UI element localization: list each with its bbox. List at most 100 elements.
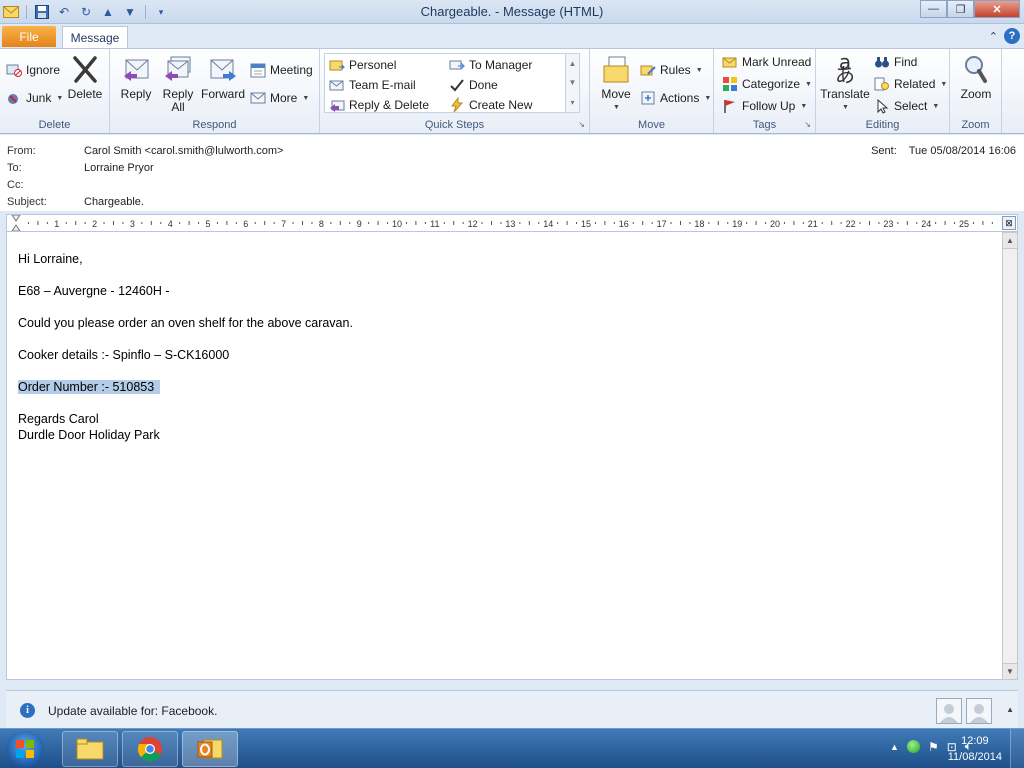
expand-gallery-icon[interactable]: ▾ — [570, 98, 574, 107]
find-button[interactable]: Find — [874, 53, 917, 71]
categorize-icon — [722, 76, 738, 92]
clock-date: 11/08/2014 — [947, 751, 1002, 763]
collapse-ribbon-icon[interactable]: ⌃ — [989, 30, 998, 43]
rules-label: Rules — [660, 63, 691, 77]
ruler-number: 21 — [808, 219, 818, 229]
clock[interactable]: 12:09 11/08/2014 — [948, 733, 1002, 765]
ruler[interactable]: 1 2 3 4 5 6 7 8 9 10 11 12 13 14 15 16 17 18 19 20 21 22 23 24 2… — [6, 214, 1018, 232]
move-button[interactable]: Move ▼ — [596, 53, 636, 114]
binoculars-icon — [874, 54, 890, 70]
ruler-number: 2 — [92, 219, 97, 229]
update-notice[interactable]: Update available for: Facebook. — [48, 704, 217, 718]
mark-unread-icon — [722, 54, 738, 70]
scroll-down-icon[interactable]: ▼ — [1003, 663, 1017, 679]
zoom-button[interactable]: Zoom — [956, 53, 996, 101]
view-ruler-icon[interactable]: ⊠ — [1002, 216, 1016, 230]
quick-step-to-manager[interactable]: To Manager — [449, 56, 532, 74]
quick-step-create-new[interactable]: Create New — [449, 96, 532, 114]
body-line: Hi Lorraine, — [18, 252, 83, 266]
categorize-button[interactable]: Categorize ▼ — [722, 75, 812, 93]
scroll-up-icon[interactable]: ▲ — [569, 59, 577, 68]
indent-marker[interactable] — [11, 215, 21, 231]
forward-button[interactable]: Forward — [200, 53, 246, 101]
ruler-number: 11 — [430, 219, 439, 229]
mark-unread-button[interactable]: Mark Unread — [722, 53, 811, 71]
move-dropdown-icon: ▼ — [613, 104, 620, 111]
reply-all-button[interactable]: Reply All — [158, 53, 198, 114]
actions-button[interactable]: Actions ▼ — [640, 89, 711, 107]
ignore-button[interactable]: Ignore — [6, 61, 60, 79]
translate-button[interactable]: aあ Translate ▼ — [820, 50, 870, 114]
status-green-icon[interactable] — [906, 740, 920, 753]
avatar[interactable] — [966, 698, 992, 724]
quick-steps-gallery: Personel To Manager Team E-mail Done Rep… — [324, 53, 580, 113]
ruler-number: 15 — [581, 219, 591, 229]
quick-step-label: Team E-mail — [349, 78, 416, 92]
quick-step-done[interactable]: Done — [449, 76, 498, 94]
tab-file[interactable]: File — [2, 26, 56, 47]
scroll-up-icon[interactable]: ▲ — [1003, 233, 1017, 249]
junk-button[interactable]: Junk ▼ — [6, 89, 63, 107]
more-dropdown-icon: ▼ — [302, 94, 310, 102]
show-desktop-button[interactable] — [1010, 729, 1024, 768]
help-icon[interactable]: ? — [1004, 28, 1020, 44]
folder-move-icon — [329, 57, 345, 73]
ruler-number: 12 — [468, 219, 478, 229]
ruler-number: 16 — [619, 219, 629, 229]
subject-label: Subject: — [7, 196, 47, 208]
follow-up-button[interactable]: Follow Up ▼ — [722, 97, 807, 115]
quick-steps-scroll[interactable]: ▲ ▼ ▾ — [565, 54, 579, 112]
reply-icon — [120, 53, 152, 85]
avatar[interactable] — [936, 698, 962, 724]
taskbar-chrome[interactable] — [122, 731, 178, 767]
translate-icon: aあ — [835, 50, 855, 87]
move-label: Move — [601, 87, 631, 101]
show-hidden-icons-icon[interactable]: ▲ — [890, 742, 899, 752]
select-label: Select — [894, 99, 928, 113]
start-button[interactable] — [6, 731, 44, 767]
related-icon — [874, 76, 890, 92]
ruler-number: 20 — [770, 219, 780, 229]
ignore-icon — [6, 62, 22, 78]
maximize-button[interactable]: ❐ — [947, 0, 974, 18]
translate-dropdown-icon: ▼ — [842, 104, 849, 111]
quick-step-personel[interactable]: Personel — [329, 56, 396, 74]
scroll-down-icon[interactable]: ▼ — [569, 78, 577, 87]
to-value[interactable]: Lorraine Pryor — [84, 162, 154, 174]
from-value[interactable]: Carol Smith <carol.smith@lulworth.com> — [84, 145, 283, 157]
delete-button[interactable]: Delete — [66, 53, 104, 101]
select-button[interactable]: Select ▼ — [874, 97, 939, 115]
reply-button[interactable]: Reply — [116, 53, 156, 101]
minimize-button[interactable]: — — [920, 0, 947, 18]
taskbar-explorer[interactable] — [62, 731, 118, 767]
action-center-flag-icon[interactable]: ⚑ — [928, 740, 939, 754]
tab-message[interactable]: Message — [62, 26, 128, 48]
quick-step-reply-delete[interactable]: Reply & Delete — [329, 96, 429, 114]
forward-icon — [207, 53, 239, 85]
ruler-number: 5 — [205, 219, 210, 229]
ignore-label: Ignore — [26, 63, 61, 77]
rules-dropdown-icon: ▼ — [695, 66, 703, 74]
close-button[interactable]: ✕ — [974, 0, 1020, 18]
selected-text[interactable]: Order Number :- 510853 — [18, 380, 161, 394]
ruler-number: 24 — [921, 219, 931, 229]
expand-people-pane-icon[interactable]: ▲ — [1006, 705, 1014, 714]
related-button[interactable]: Related ▼ — [874, 75, 947, 93]
rules-button[interactable]: Rules ▼ — [640, 61, 703, 79]
reply-delete-icon — [329, 97, 345, 113]
taskbar-outlook[interactable] — [182, 731, 238, 767]
message-body[interactable]: Hi Lorraine, E68 – Auvergne - 12460H - C… — [6, 232, 1002, 680]
dialog-launcher-icon[interactable]: ↘ — [578, 120, 585, 129]
vertical-scrollbar[interactable]: ▲ ▼ — [1002, 232, 1018, 680]
meeting-calendar-icon — [250, 62, 266, 78]
windows-logo-icon — [16, 740, 34, 758]
meeting-button[interactable]: Meeting — [250, 61, 313, 79]
tags-group-label: Tags — [752, 119, 777, 131]
quick-step-team-email[interactable]: Team E-mail — [329, 76, 416, 94]
forward-label: Forward — [200, 87, 245, 101]
more-respond-button[interactable]: More ▼ — [250, 89, 309, 107]
junk-icon — [6, 90, 22, 106]
sent-label: Sent: — [871, 145, 897, 157]
chrome-icon — [137, 737, 162, 762]
dialog-launcher-icon[interactable]: ↘ — [804, 120, 811, 129]
